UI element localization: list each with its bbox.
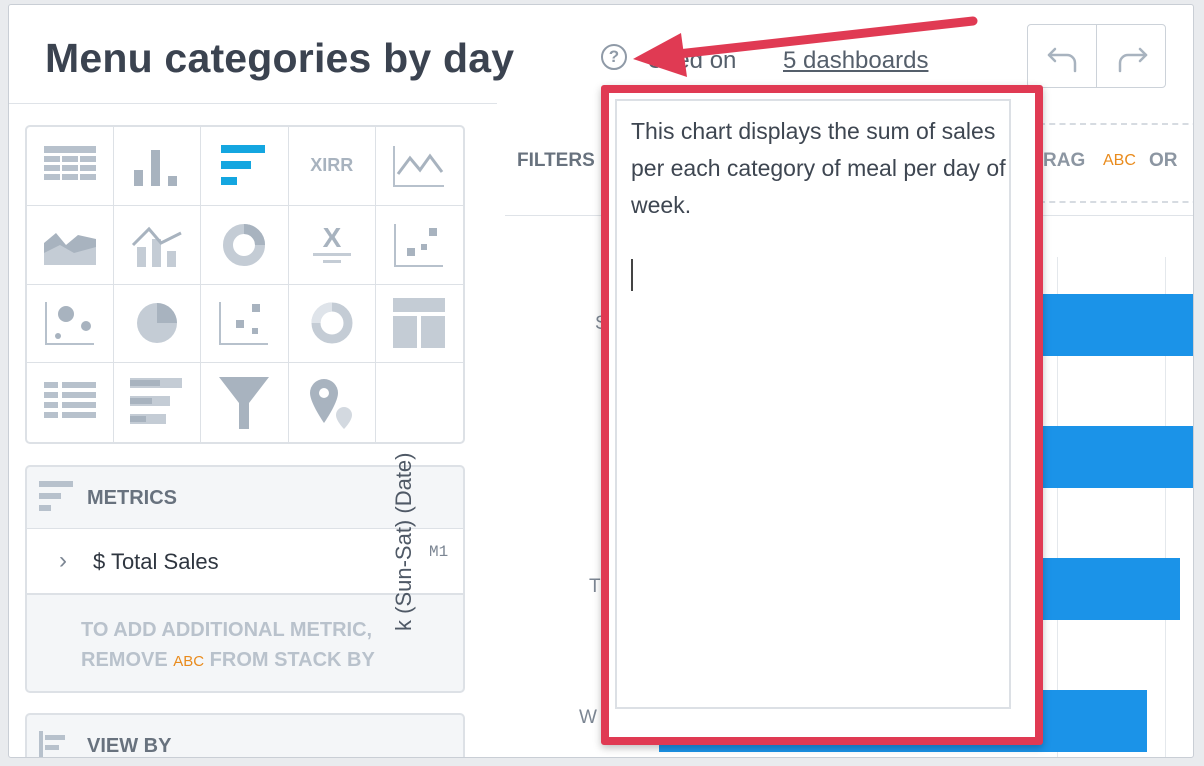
treemap-icon[interactable] bbox=[375, 285, 463, 364]
area-chart-icon[interactable] bbox=[27, 205, 115, 285]
svg-text:X: X bbox=[322, 223, 341, 253]
description-textarea[interactable]: This chart displays the sum of sales per… bbox=[615, 99, 1011, 709]
filters-label: FILTERS bbox=[517, 150, 595, 171]
geo-pushpin-icon[interactable] bbox=[289, 363, 376, 442]
header-divider bbox=[9, 103, 497, 104]
funnel-icon[interactable] bbox=[201, 363, 289, 442]
category-label: T bbox=[589, 576, 601, 597]
combo-chart-icon[interactable] bbox=[114, 205, 202, 285]
line-chart-icon[interactable] bbox=[375, 127, 463, 206]
metric-tag: M1 bbox=[429, 543, 449, 561]
table-icon[interactable] bbox=[27, 127, 115, 206]
page-title: Menu categories by day bbox=[45, 35, 515, 81]
y-axis-title: k (Sun-Sat) (Date) bbox=[391, 452, 416, 632]
view-by-bucket: VIEW BY bbox=[25, 713, 465, 757]
xirr-label: XIRR bbox=[310, 155, 354, 176]
description-text: This chart displays the sum of sales per… bbox=[631, 118, 1006, 218]
abc-badge: ABC bbox=[173, 653, 205, 670]
pie-chart-icon[interactable] bbox=[114, 284, 202, 364]
empty-cell bbox=[376, 363, 463, 442]
view-by-label: VIEW BY bbox=[87, 735, 172, 757]
scatter-plot-icon[interactable] bbox=[375, 206, 463, 285]
help-question-icon[interactable]: ? bbox=[601, 44, 627, 70]
donut-alt-icon[interactable] bbox=[288, 284, 376, 364]
metrics-label: METRICS bbox=[87, 487, 177, 509]
hint-line-2-prefix: REMOVE bbox=[81, 649, 168, 671]
column-chart-icon[interactable] bbox=[114, 127, 202, 206]
text-cursor bbox=[631, 259, 633, 291]
redo-icon bbox=[1118, 47, 1148, 73]
hint-line-2-suffix: FROM STACK BY bbox=[209, 649, 375, 671]
metrics-icon bbox=[39, 481, 73, 511]
description-popup: This chart displays the sum of sales per… bbox=[601, 85, 1043, 745]
view-by-icon bbox=[39, 731, 65, 757]
headline-icon[interactable]: X bbox=[288, 205, 376, 285]
undo-button[interactable] bbox=[1027, 24, 1097, 88]
chevron-right-icon[interactable]: › bbox=[59, 547, 67, 575]
insight-editor-window: Menu categories by day ? Used on 5 dashb… bbox=[8, 4, 1194, 758]
bullet-chart-icon[interactable] bbox=[114, 363, 202, 442]
pivot-table-icon[interactable] bbox=[27, 363, 115, 442]
bubble-chart-icon[interactable] bbox=[27, 284, 115, 364]
xirr-icon[interactable]: XIRR bbox=[288, 127, 376, 206]
drag-or-text: OR bbox=[1149, 150, 1178, 171]
donut-chart-icon[interactable] bbox=[201, 205, 289, 285]
undo-icon bbox=[1047, 47, 1077, 73]
bar-chart-icon[interactable] bbox=[201, 127, 289, 206]
drag-hint-text: RAG bbox=[1043, 150, 1086, 171]
heatmap-scatter-icon[interactable] bbox=[201, 284, 289, 364]
hint-line-1: TO ADD ADDITIONAL METRIC, bbox=[81, 619, 373, 641]
annotation-arrow bbox=[633, 16, 978, 77]
metric-name: $ Total Sales bbox=[93, 549, 219, 574]
drag-abc-badge: ABC bbox=[1103, 152, 1136, 169]
redo-button[interactable] bbox=[1096, 24, 1166, 88]
category-label: W bbox=[579, 707, 597, 728]
